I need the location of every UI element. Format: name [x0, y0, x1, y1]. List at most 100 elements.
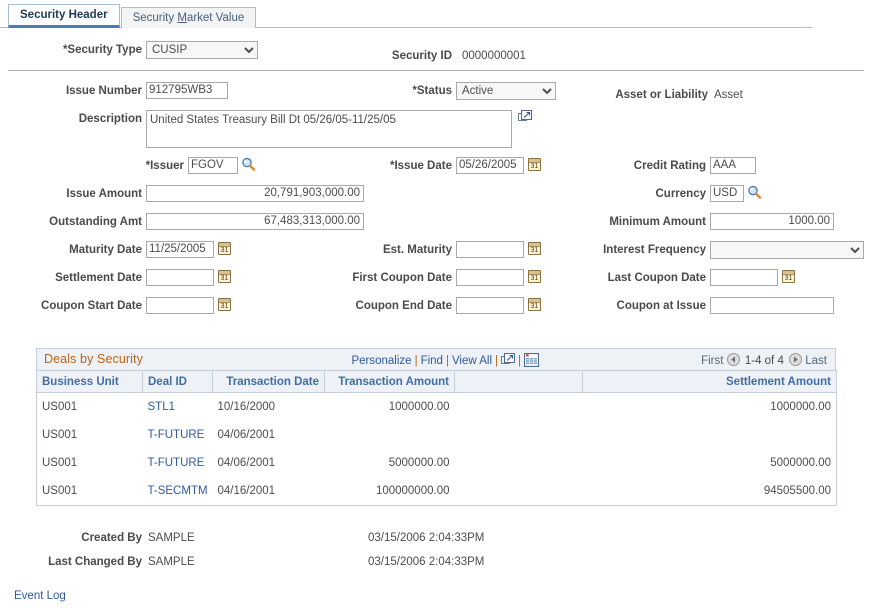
column-header-transaction-amount[interactable]: Transaction Amount: [325, 371, 455, 393]
issue-date-input[interactable]: 05/26/2005: [456, 157, 524, 174]
coupon-end-date-label: Coupon End Date: [348, 300, 452, 312]
expand-description-icon[interactable]: [518, 110, 532, 124]
maturity-date-input[interactable]: 11/25/2005: [146, 241, 214, 258]
last-page-label[interactable]: Last: [805, 355, 827, 367]
security-id-value: 0000000001: [462, 50, 526, 62]
first-coupon-date-label: First Coupon Date: [342, 272, 452, 284]
interest-frequency-select[interactable]: [710, 241, 864, 259]
cell-settlement-amount: 5000000.00: [583, 449, 837, 477]
description-textarea[interactable]: United States Treasury Bill Dt 05/26/05-…: [146, 110, 512, 148]
settlement-date-input[interactable]: [146, 269, 214, 286]
security-id-label: Security ID: [380, 50, 452, 62]
first-coupon-date-input[interactable]: [456, 269, 524, 286]
issuer-input[interactable]: FGOV: [188, 157, 238, 174]
cell-deal-id: STL1: [143, 393, 213, 422]
grid-toolbar: Personalize|Find|View All||: [351, 353, 539, 370]
deals-by-security-grid: Deals by Security Personalize|Find|View …: [36, 348, 836, 506]
issue-number-input[interactable]: 912795WB3: [146, 82, 228, 99]
interest-frequency-label: Interest Frequency: [592, 244, 706, 256]
issue-date-label: *Issue Date: [370, 160, 452, 172]
last-coupon-date-input[interactable]: [710, 269, 778, 286]
security-header-page: Security Header Security Market Value *S…: [0, 0, 872, 608]
security-type-select[interactable]: CUSIP: [146, 41, 258, 59]
credit-rating-label: Credit Rating: [600, 160, 706, 172]
deal-id-link[interactable]: T-FUTURE: [148, 429, 205, 441]
credit-rating-input[interactable]: AAA: [710, 157, 756, 174]
minimum-amount-label: Minimum Amount: [588, 216, 706, 228]
toolbar-separator: |: [515, 355, 524, 367]
tab-accelerator-key: M: [177, 12, 187, 24]
coupon-end-date-calendar-icon[interactable]: [528, 298, 541, 311]
currency-input[interactable]: USD: [710, 185, 744, 202]
cell-spacer: [455, 421, 583, 449]
grid-pagination: First 1-4 of 4 Last: [701, 353, 827, 367]
est-maturity-label: Est. Maturity: [380, 244, 452, 256]
first-coupon-date-calendar-icon[interactable]: [528, 270, 541, 283]
last-changed-by-value: SAMPLE: [148, 556, 195, 568]
download-to-spreadsheet-icon[interactable]: [524, 353, 539, 370]
coupon-start-date-calendar-icon[interactable]: [218, 298, 231, 311]
cell-spacer: [455, 393, 583, 422]
cell-deal-id: T-FUTURE: [143, 421, 213, 449]
deal-id-link[interactable]: T-SECMTM: [148, 485, 208, 497]
next-page-icon[interactable]: [789, 353, 802, 366]
coupon-end-date-input[interactable]: [456, 297, 524, 314]
coupon-at-issue-input[interactable]: [710, 297, 834, 314]
outstanding-amt-input[interactable]: 67,483,313,000.00: [146, 213, 364, 230]
first-page-label[interactable]: First: [701, 355, 723, 367]
cell-transaction-date: 04/16/2001: [213, 477, 325, 506]
coupon-start-date-label: Coupon Start Date: [28, 300, 142, 312]
cell-transaction-date: 10/16/2000: [213, 393, 325, 422]
grid-title: Deals by Security: [44, 352, 143, 366]
settlement-date-label: Settlement Date: [34, 272, 142, 284]
last-coupon-date-calendar-icon[interactable]: [782, 270, 795, 283]
deal-id-link[interactable]: T-FUTURE: [148, 457, 205, 469]
minimum-amount-input[interactable]: 1000.00: [710, 213, 834, 230]
est-maturity-calendar-icon[interactable]: [528, 242, 541, 255]
deals-table: Business Unit Deal ID Transaction Date T…: [36, 370, 837, 506]
tab-security-header[interactable]: Security Header: [8, 4, 120, 28]
maturity-date-label: Maturity Date: [40, 244, 142, 256]
issuer-lookup-icon[interactable]: [241, 157, 256, 172]
page-range-label: 1-4 of 4: [743, 355, 786, 367]
cell-spacer: [455, 477, 583, 506]
settlement-date-calendar-icon[interactable]: [218, 270, 231, 283]
currency-lookup-icon[interactable]: [747, 185, 762, 200]
coupon-at-issue-label: Coupon at Issue: [600, 300, 706, 312]
deal-id-link[interactable]: STL1: [148, 401, 176, 413]
personalize-link[interactable]: Personalize: [351, 355, 411, 367]
column-header-settlement-amount[interactable]: Settlement Amount: [583, 371, 837, 393]
cell-deal-id: T-SECMTM: [143, 477, 213, 506]
tab-security-market-value-label: Security Market Value: [133, 12, 245, 24]
issue-amount-input[interactable]: 20,791,903,000.00: [146, 185, 364, 202]
grid-header-bar: Deals by Security Personalize|Find|View …: [36, 348, 836, 370]
table-row: US001 T-SECMTM 04/16/2001 100000000.00 9…: [37, 477, 837, 506]
security-type-label: *Security Type: [44, 44, 142, 56]
description-label: Description: [40, 113, 142, 125]
status-select[interactable]: Active: [456, 82, 556, 100]
est-maturity-input[interactable]: [456, 241, 524, 258]
issue-date-calendar-icon[interactable]: [528, 158, 541, 171]
event-log-link[interactable]: Event Log: [14, 590, 66, 602]
coupon-start-date-input[interactable]: [146, 297, 214, 314]
cell-settlement-amount: 94505500.00: [583, 477, 837, 506]
asset-or-liability-label: Asset or Liability: [594, 89, 708, 101]
new-window-icon[interactable]: [501, 353, 515, 370]
toolbar-separator: |: [412, 355, 421, 367]
cell-business-unit: US001: [37, 393, 143, 422]
cell-business-unit: US001: [37, 477, 143, 506]
cell-transaction-amount: 5000000.00: [325, 449, 455, 477]
toolbar-separator: |: [492, 355, 501, 367]
column-header-business-unit[interactable]: Business Unit: [37, 371, 143, 393]
find-link[interactable]: Find: [421, 355, 443, 367]
last-changed-timestamp: 03/15/2006 2:04:33PM: [368, 556, 484, 568]
tab-strip: Security Header Security Market Value: [0, 0, 872, 28]
maturity-date-calendar-icon[interactable]: [218, 242, 231, 255]
column-header-deal-id[interactable]: Deal ID: [143, 371, 213, 393]
column-header-transaction-date[interactable]: Transaction Date: [213, 371, 325, 393]
cell-business-unit: US001: [37, 449, 143, 477]
view-all-link[interactable]: View All: [452, 355, 492, 367]
tab-security-market-value[interactable]: Security Market Value: [121, 7, 257, 28]
tab-security-header-label: Security Header: [20, 9, 108, 21]
previous-page-icon[interactable]: [727, 353, 740, 366]
